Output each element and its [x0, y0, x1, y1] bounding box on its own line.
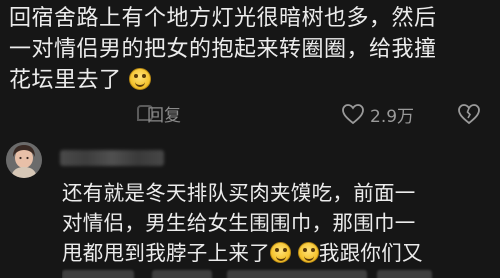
comment-line: 花坛里去了 [9, 65, 494, 96]
avatar-image [6, 142, 42, 178]
like-count: 2.9万 [370, 107, 415, 127]
smile-emoji-icon [297, 242, 319, 263]
comment-line: 对情侣，男生给女生围围巾，那围巾一 [62, 211, 416, 235]
comment-line: 一对情侣男的把女的抱起来转圈圈，给我撞 [9, 37, 437, 62]
smile-emoji-icon [129, 68, 152, 90]
heart-icon[interactable] [341, 103, 365, 125]
comment-line-text: 花坛里去了 [9, 68, 122, 93]
comment-line-text: 甩都甩到我脖子上来了 [62, 241, 270, 265]
reply-button[interactable]: 回复 [147, 101, 181, 126]
cropped-text-fragment [152, 270, 212, 278]
smile-emoji-icon [270, 242, 291, 263]
comment-text: 回宿舍路上有个地方灯光很暗树也多，然后 一对情侣男的把女的抱起来转圈圈，给我撞 … [9, 3, 494, 96]
comment-line-text: 我跟你们又 [318, 241, 423, 265]
broken-heart-icon[interactable] [457, 103, 481, 125]
cropped-text-fragment [227, 270, 367, 278]
comment-line: 回宿舍路上有个地方灯光很暗树也多，然后 [9, 6, 437, 31]
cropped-text-fragment [62, 270, 134, 278]
comment-line: 还有就是冬天排队买肉夹馍吃，前面一 [62, 181, 416, 205]
comment-text: 还有就是冬天排队买肉夹馍吃，前面一 对情侣，男生给女生围围巾，那围巾一 甩都甩到… [62, 178, 498, 268]
comment-line: 甩都甩到我脖子上来了 我跟你们又 [62, 238, 498, 268]
cropped-text-fragment [377, 270, 432, 278]
cropped-text-line [62, 266, 498, 278]
username-redacted[interactable] [60, 150, 164, 166]
comment-actions: 回复 2.9万 [0, 100, 500, 130]
comment-thread: 回宿舍路上有个地方灯光很暗树也多，然后 一对情侣男的把女的抱起来转圈圈，给我撞 … [0, 0, 500, 278]
avatar[interactable] [6, 142, 42, 178]
